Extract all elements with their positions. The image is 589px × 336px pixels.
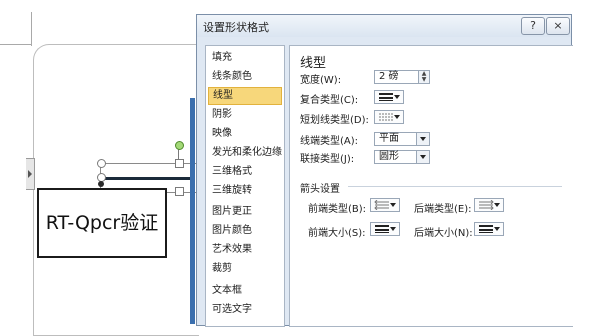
spin-arrows-icon[interactable]: ▲ ▼	[418, 71, 429, 83]
end-size-dropdown[interactable]	[474, 222, 504, 236]
text-box-shape[interactable]: RT-Qpcr验证	[37, 188, 167, 258]
resize-handle[interactable]	[175, 159, 184, 168]
nav-item-picture-corrections[interactable]: 图片更正	[208, 203, 282, 221]
nav-item-line-style[interactable]: 线型	[208, 87, 282, 105]
pane-expand-tab[interactable]	[26, 158, 35, 190]
line-shape[interactable]	[100, 177, 195, 180]
dash-type-dropdown[interactable]	[374, 110, 404, 124]
dash-type-label: 短划线类型(D):	[300, 115, 369, 126]
nav-item-line-color[interactable]: 线条颜色	[208, 68, 282, 86]
format-shape-dialog: 设置形状格式 ? × 填充 线条颜色 线型 阴影 映像 发光和柔化边缘 三维格式…	[196, 14, 573, 327]
cap-type-value: 平面	[379, 133, 399, 144]
resize-handle[interactable]	[97, 159, 106, 168]
shape-edge	[190, 98, 195, 324]
line-style-icon	[375, 225, 389, 233]
dash-style-icon	[379, 113, 393, 121]
width-value: 2 磅	[379, 71, 399, 82]
line-style-icon	[479, 225, 493, 233]
join-type-label: 联接类型(J):	[300, 154, 355, 165]
chevron-down-icon	[394, 95, 400, 99]
rotation-handle[interactable]	[175, 141, 184, 150]
nav-item-glow[interactable]: 发光和柔化边缘	[208, 144, 282, 162]
chevron-down-icon	[494, 203, 500, 207]
cap-type-label: 线端类型(A):	[300, 136, 359, 147]
nav-item-artistic-effects[interactable]: 艺术效果	[208, 241, 282, 259]
line-style-icon	[379, 93, 393, 101]
line-style-panel: 线型 宽度(W): 2 磅 ▲ ▼ 复合类型(C): 短划线类型(D): 线端类型…	[289, 45, 573, 327]
compound-type-label: 复合类型(C):	[300, 95, 359, 106]
chevron-right-icon	[28, 170, 32, 178]
text-box-text: RT-Qpcr验证	[45, 212, 159, 234]
crop-mark	[31, 12, 32, 46]
end-type-label: 后端类型(E):	[414, 204, 472, 215]
nav-item-3d-rotation[interactable]: 三维旋转	[208, 182, 282, 200]
nav-item-picture-color[interactable]: 图片颜色	[208, 222, 282, 240]
nav-item-text-box[interactable]: 文本框	[208, 282, 282, 300]
arrow-style-icon	[479, 200, 494, 210]
panel-title: 线型	[300, 56, 327, 71]
arrow-settings-heading: 箭头设置	[300, 184, 340, 195]
begin-size-label: 前端大小(S):	[308, 228, 366, 239]
nav-item-reflection[interactable]: 映像	[208, 125, 282, 143]
crop-mark	[0, 44, 32, 45]
chevron-down-icon	[390, 227, 396, 231]
chevron-down-icon[interactable]	[416, 133, 429, 145]
chevron-down-icon	[494, 227, 500, 231]
begin-type-dropdown[interactable]	[370, 198, 400, 212]
nav-item-fill[interactable]: 填充	[208, 49, 282, 67]
connection-point[interactable]	[98, 181, 104, 187]
chevron-down-icon[interactable]	[416, 151, 429, 163]
width-label: 宽度(W):	[300, 75, 342, 86]
begin-size-dropdown[interactable]	[370, 222, 400, 236]
dialog-title: 设置形状格式	[203, 21, 269, 34]
section-divider	[348, 186, 562, 187]
end-size-label: 后端大小(N):	[414, 228, 473, 239]
nav-item-shadow[interactable]: 阴影	[208, 106, 282, 124]
category-list: 填充 线条颜色 线型 阴影 映像 发光和柔化边缘 三维格式 三维旋转 图片更正 …	[205, 45, 285, 327]
cap-type-select[interactable]: 平面	[374, 132, 430, 146]
dialog-titlebar[interactable]: 设置形状格式 ? ×	[197, 15, 571, 37]
chevron-down-icon	[394, 115, 400, 119]
help-button[interactable]: ?	[521, 17, 545, 35]
compound-type-dropdown[interactable]	[374, 90, 404, 104]
end-type-dropdown[interactable]	[474, 198, 504, 212]
join-type-select[interactable]: 圆形	[374, 150, 430, 164]
close-button[interactable]: ×	[546, 17, 570, 35]
nav-item-alt-text[interactable]: 可选文字	[208, 301, 282, 319]
chevron-down-icon	[390, 203, 396, 207]
arrow-style-icon	[374, 200, 389, 210]
width-spinner[interactable]: 2 磅 ▲ ▼	[374, 70, 430, 84]
join-type-value: 圆形	[379, 151, 399, 162]
nav-item-crop[interactable]: 裁剪	[208, 260, 282, 278]
begin-type-label: 前端类型(B):	[308, 204, 367, 215]
nav-item-3d-format[interactable]: 三维格式	[208, 163, 282, 181]
resize-handle[interactable]	[175, 187, 184, 196]
